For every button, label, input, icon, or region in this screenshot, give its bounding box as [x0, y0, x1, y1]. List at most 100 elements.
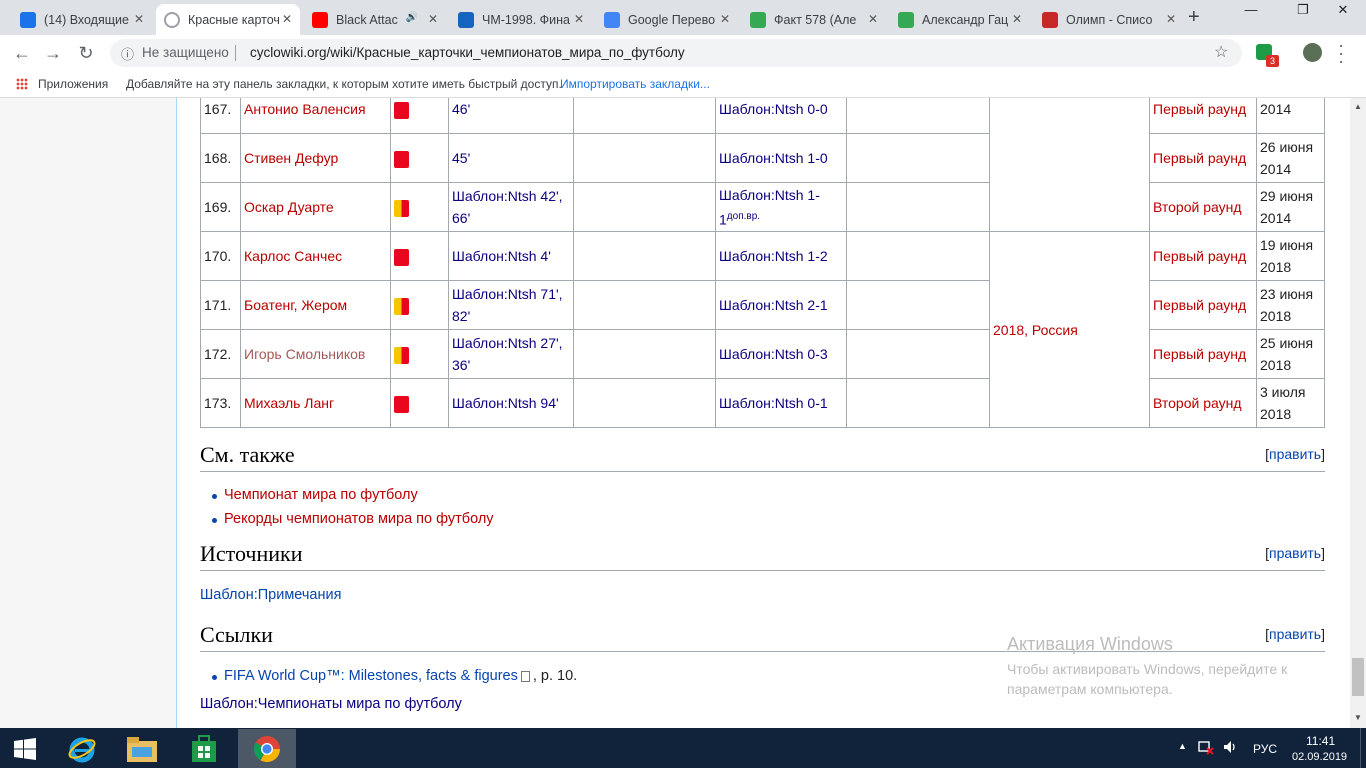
tab-close-icon[interactable]: ✕ — [1166, 12, 1176, 26]
score-text: Шаблон:Ntsh 2-1 — [719, 297, 828, 313]
audio-playing-icon[interactable]: 🔊 — [406, 12, 418, 23]
tab-5[interactable]: Google Перево ✕ — [596, 4, 738, 35]
language-indicator[interactable]: РУС — [1253, 742, 1277, 756]
round-link[interactable]: Первый раунд — [1149, 280, 1257, 330]
tab-close-icon[interactable]: ✕ — [574, 12, 584, 26]
empty-cell — [573, 98, 716, 134]
player-link[interactable]: Оскар Дуарте — [240, 182, 391, 232]
bookmark-star-icon[interactable]: ☆ — [1214, 42, 1228, 62]
see-also-link[interactable]: Чемпионат мира по футболу — [224, 487, 418, 503]
links-title: Ссылки — [200, 622, 273, 647]
bullet — [212, 518, 217, 523]
second-yellow-card-icon — [394, 297, 409, 315]
player-link[interactable]: Боатенг, Жером — [240, 280, 391, 330]
extra-time-note: доп.вр. — [726, 210, 761, 222]
clock-date[interactable]: 02.09.2019 — [1292, 751, 1347, 763]
import-bookmarks-link[interactable]: Импортировать закладки... — [560, 77, 710, 91]
tab-1[interactable]: (14) Входящие ✕ — [12, 4, 152, 35]
volume-icon[interactable] — [1222, 739, 1238, 758]
mail-icon — [20, 11, 36, 28]
player-link[interactable]: Карлос Санчес — [240, 231, 391, 281]
score-text: Шаблон:Ntsh 0-3 — [719, 346, 828, 362]
tab-3[interactable]: Black Attac 🔊 ✕ — [304, 4, 446, 35]
player-link[interactable]: Игорь Смольников — [240, 329, 391, 379]
round-link[interactable]: Первый раунд — [1149, 231, 1257, 281]
file-explorer-icon[interactable] — [117, 729, 167, 768]
minute-cell: 46' — [448, 98, 574, 134]
tab-7[interactable]: Александр Гац ✕ — [890, 4, 1030, 35]
tab-close-icon[interactable]: ✕ — [134, 12, 144, 26]
round-link[interactable]: Второй раунд — [1149, 182, 1257, 232]
round-link[interactable]: Первый раунд — [1149, 133, 1257, 183]
fifa-external-link[interactable]: FIFA World Cup™: Milestones, facts & fig… — [224, 668, 518, 684]
red-cards-table: 167. Антонио Валенсия 46' Шаблон:Ntsh 0-0 Пе… — [200, 98, 1325, 428]
minute-cell: Шаблон:Ntsh 42', 66' — [448, 182, 574, 232]
page-scrollbar[interactable] — [1350, 98, 1366, 728]
see-also-link[interactable]: Рекорды чемпионатов мира по футболу — [224, 511, 494, 527]
row-number: 173. — [200, 378, 241, 428]
internet-explorer-icon[interactable] — [57, 729, 107, 768]
world-cups-template-link[interactable]: Шаблон:Чемпионаты мира по футболу — [200, 696, 462, 712]
player-link[interactable]: Антонио Валенсия — [240, 98, 391, 134]
reload-button[interactable]: ↻ — [74, 41, 98, 65]
network-icon[interactable] — [1198, 739, 1214, 758]
tab-close-icon[interactable]: ✕ — [282, 12, 292, 26]
tab-6[interactable]: Факт 578 (Але ✕ — [742, 4, 886, 35]
close-window-button[interactable]: ✕ — [1320, 0, 1366, 22]
score-cell: Шаблон:Ntsh 0-3 — [715, 329, 847, 379]
tab-close-icon[interactable]: ✕ — [1012, 12, 1022, 26]
red-card-icon — [394, 150, 409, 168]
minimize-button[interactable]: — — [1228, 0, 1274, 22]
row-number: 168. — [200, 133, 241, 183]
notes-template-text[interactable]: Шаблон:Примечания — [200, 587, 341, 603]
scroll-down-arrow-icon[interactable]: ▼ — [1354, 713, 1362, 722]
store-icon[interactable] — [179, 729, 229, 768]
red-card-icon — [394, 101, 409, 119]
round-link[interactable]: Первый раунд — [1149, 98, 1257, 134]
empty-cell — [573, 280, 716, 330]
edit-section-sources: [править] — [1265, 545, 1325, 561]
row-number: 169. — [200, 182, 241, 232]
date-cell: 26 июня 2014 — [1256, 133, 1325, 183]
edit-link[interactable]: править — [1269, 446, 1321, 462]
score-cell: Шаблон:Ntsh 1-1доп.вр. — [715, 182, 847, 232]
clock-time[interactable]: 11:41 — [1306, 734, 1335, 748]
empty-cell — [573, 182, 716, 232]
card-cell — [390, 98, 449, 134]
tournament-cell[interactable]: 2018, Россия — [989, 231, 1150, 428]
profile-avatar[interactable] — [1303, 43, 1322, 62]
windows-start-icon[interactable] — [0, 729, 50, 768]
tab-close-icon[interactable]: ✕ — [868, 12, 878, 26]
notes-template-link[interactable]: Шаблон:Примечания — [200, 587, 341, 603]
chrome-taskbar-icon[interactable] — [238, 729, 296, 768]
table-row: 168. Стивен Дефур 45' Шаблон:Ntsh 1-0 Первый… — [200, 133, 1325, 183]
url-text[interactable]: cyclowiki.org/wiki/Красные_карточки_чемп… — [250, 45, 685, 60]
section-heading-see-also: См. также [править] — [200, 442, 1325, 472]
sheets-icon — [750, 11, 766, 28]
scroll-up-arrow-icon[interactable]: ▲ — [1354, 102, 1362, 111]
tab-2[interactable]: Красные карточ ✕ — [156, 4, 300, 35]
new-tab-button[interactable]: + — [1188, 6, 1200, 29]
chrome-menu-icon[interactable]: · · · — [1336, 36, 1346, 70]
bullet — [212, 675, 217, 680]
tab-close-icon[interactable]: ✕ — [428, 12, 438, 26]
player-link[interactable]: Стивен Дефур — [240, 133, 391, 183]
tab-8[interactable]: Олимп - Списо ✕ — [1034, 4, 1184, 35]
round-link[interactable]: Первый раунд — [1149, 329, 1257, 379]
table-row: 172. Игорь Смольников Шаблон:Ntsh 27', 36'… — [200, 329, 1325, 379]
edit-link[interactable]: править — [1269, 545, 1321, 561]
forward-button[interactable]: → — [41, 41, 65, 65]
tray-chevron-icon[interactable]: ▲ — [1178, 741, 1187, 751]
tab-close-icon[interactable]: ✕ — [720, 12, 730, 26]
back-button[interactable]: ← — [10, 41, 34, 65]
score-cell: Шаблон:Ntsh 0-0 — [715, 98, 847, 134]
info-icon[interactable]: ⓘ — [121, 44, 134, 63]
show-desktop-button[interactable] — [1360, 728, 1366, 768]
tab-4[interactable]: ЧМ-1998. Фина ✕ — [450, 4, 592, 35]
apps-grid-icon[interactable] — [16, 78, 28, 90]
scrollbar-thumb[interactable] — [1352, 658, 1364, 696]
apps-bookmark[interactable]: Приложения — [38, 77, 108, 91]
round-link[interactable]: Второй раунд — [1149, 378, 1257, 428]
date-cell: 29 июня 2014 — [1256, 182, 1325, 232]
player-link[interactable]: Михаэль Ланг — [240, 378, 391, 428]
